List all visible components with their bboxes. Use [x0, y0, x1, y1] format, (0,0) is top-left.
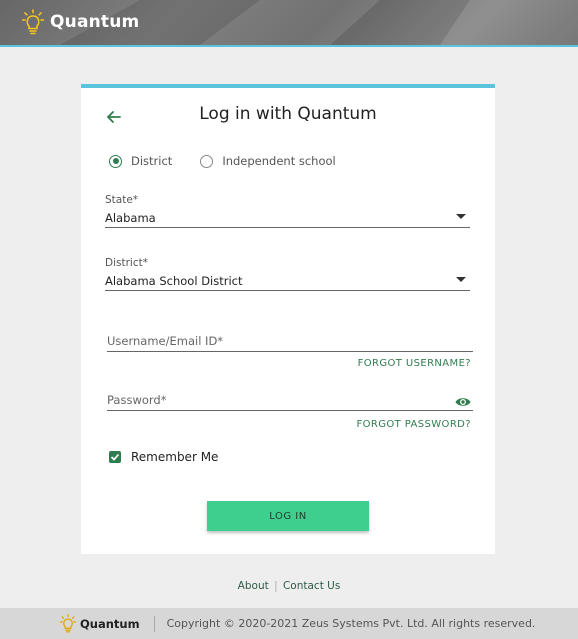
eye-icon[interactable]	[455, 396, 471, 408]
header-brand-name: Quantum	[50, 12, 140, 32]
lightbulb-icon	[60, 614, 76, 633]
header-logo[interactable]: Quantum	[22, 9, 139, 35]
footer-link-separator: |	[274, 580, 278, 592]
login-button[interactable]: LOG IN	[207, 501, 369, 531]
chevron-down-icon[interactable]	[456, 214, 466, 219]
district-value-row[interactable]: Alabama School District	[105, 269, 470, 291]
username-placeholder: Username/Email ID*	[107, 334, 224, 348]
radio-independent-school[interactable]: Independent school	[200, 154, 336, 168]
forgot-password-link[interactable]: FORGOT PASSWORD?	[356, 419, 471, 430]
copyright-text: Copyright © 2020-2021 Zeus Systems Pvt. …	[166, 617, 536, 630]
lightbulb-icon	[22, 9, 44, 35]
password-placeholder: Password*	[107, 393, 167, 407]
radio-district-label: District	[131, 154, 173, 168]
top-header-bar: Quantum	[0, 0, 578, 47]
radio-independent-school-label: Independent school	[222, 154, 336, 168]
state-value: Alabama	[105, 211, 156, 225]
chevron-down-icon[interactable]	[456, 277, 466, 282]
checkbox-checked[interactable]	[109, 451, 121, 463]
footer-links: About | Contact Us	[0, 580, 578, 592]
login-title: Log in with Quantum	[199, 104, 377, 124]
account-type-radio-group: District Independent school	[109, 154, 364, 168]
username-input[interactable]: Username/Email ID*	[107, 334, 473, 352]
about-link[interactable]: About	[238, 580, 269, 592]
bottom-footer-bar: Quantum Copyright © 2020-2021 Zeus Syste…	[0, 608, 578, 639]
radio-district[interactable]: District	[109, 154, 172, 168]
state-value-row[interactable]: Alabama	[105, 206, 470, 228]
check-icon	[110, 453, 120, 461]
state-select[interactable]: State* Alabama	[105, 194, 470, 228]
password-input[interactable]: Password*	[107, 393, 473, 411]
radio-selected-indicator[interactable]	[109, 154, 122, 168]
footer-divider	[153, 615, 155, 632]
state-label: State*	[105, 194, 139, 206]
footer-logo[interactable]: Quantum	[60, 614, 140, 633]
footer-brand-name: Quantum	[80, 616, 140, 631]
contact-us-link[interactable]: Contact Us	[283, 580, 340, 592]
login-card: Log in with Quantum District Independent…	[81, 84, 495, 554]
radio-unselected-indicator[interactable]	[200, 154, 214, 168]
remember-me-checkbox[interactable]: Remember Me	[109, 450, 218, 464]
forgot-username-link[interactable]: FORGOT USERNAME?	[358, 358, 471, 369]
district-select[interactable]: District* Alabama School District	[105, 257, 470, 291]
district-value: Alabama School District	[105, 274, 243, 288]
remember-me-label: Remember Me	[131, 450, 219, 464]
district-label: District*	[105, 257, 148, 269]
